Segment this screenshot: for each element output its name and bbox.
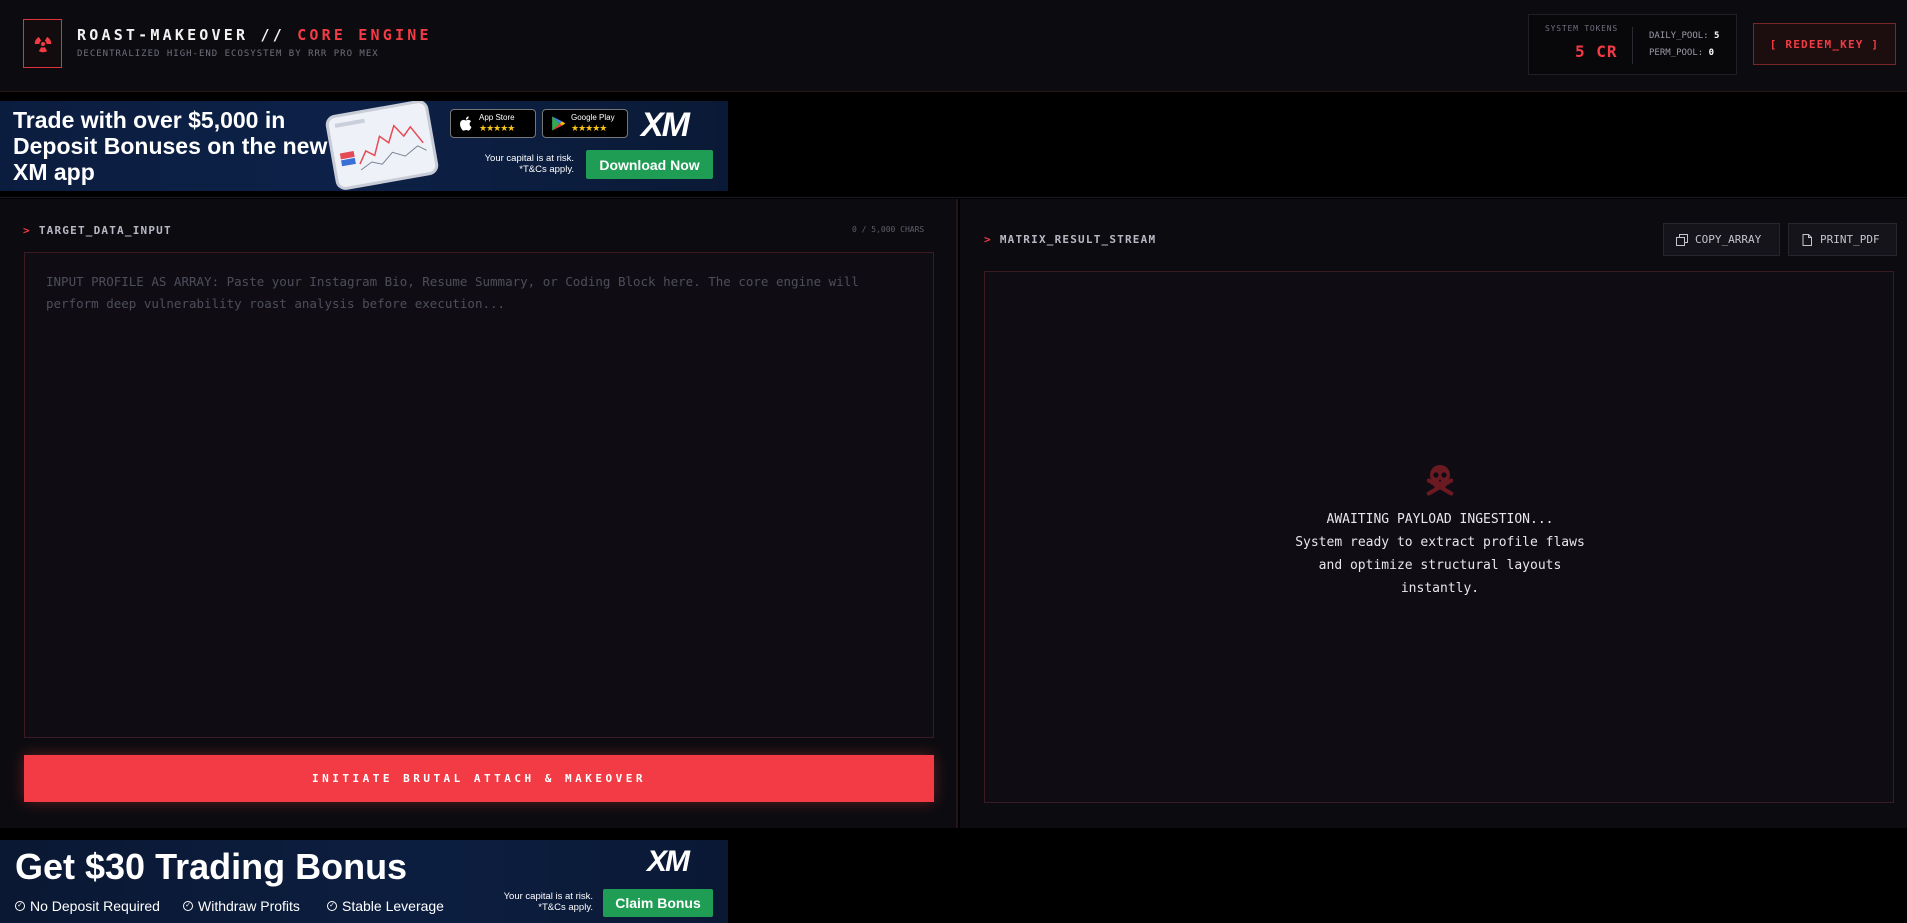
chevron-right-icon: > xyxy=(984,233,992,246)
app-subtitle: DECENTRALIZED HIGH-END ECOSYSTEM BY RRR … xyxy=(77,49,379,59)
awaiting-status-text: AWAITING PAYLOAD INGESTION... System rea… xyxy=(1240,508,1640,600)
target-data-input-wrapper xyxy=(24,252,934,738)
initiate-makeover-button[interactable]: INITIATE BRUTAL ATTACH & MAKEOVER xyxy=(24,755,934,802)
app-store-stars: ★★★★★ xyxy=(479,123,515,133)
check-circle-icon: ✓ xyxy=(183,901,193,911)
status-line-3: and optimize structural layouts xyxy=(1318,558,1562,573)
xm-logo: XM xyxy=(641,106,690,144)
system-tokens-panel: SYSTEM TOKENS 5 CR DAILY_POOL: 5 PERM_PO… xyxy=(1528,14,1737,75)
tokens-value: 5 CR xyxy=(1575,42,1618,61)
app-title: ROAST-MAKEOVER // CORE ENGINE xyxy=(77,26,432,44)
daily-pool: DAILY_POOL: 5 xyxy=(1649,31,1719,41)
char-counter: 0 / 5,000 CHARS xyxy=(852,225,925,234)
xm-logo: XM xyxy=(647,845,690,878)
app-store-badge[interactable]: App Store ★★★★★ xyxy=(450,109,536,138)
xm-banner-ad[interactable]: Trade with over $5,000 in Deposit Bonuse… xyxy=(0,101,728,191)
risk-note: Your capital is at risk. *T&Cs apply. xyxy=(460,891,593,913)
daily-pool-value: 5 xyxy=(1714,31,1720,41)
google-play-badge[interactable]: Google Play ★★★★★ xyxy=(542,109,628,138)
skull-crossbones-icon xyxy=(1426,465,1454,496)
print-pdf-label: PRINT_PDF xyxy=(1820,233,1880,246)
status-line-4: instantly. xyxy=(1400,581,1480,596)
ad-feature-2: ✓ Withdraw Profits xyxy=(183,898,300,914)
claim-bonus-button[interactable]: Claim Bonus xyxy=(603,889,713,917)
perm-pool: PERM_POOL: 0 xyxy=(1649,48,1714,58)
ad-feature-label: Withdraw Profits xyxy=(198,898,300,914)
ad-feature-label: Stable Leverage xyxy=(342,898,444,914)
print-pdf-button[interactable]: PRINT_PDF xyxy=(1788,223,1897,256)
check-circle-icon: ✓ xyxy=(327,901,337,911)
app-header: ROAST-MAKEOVER // CORE ENGINE DECENTRALI… xyxy=(0,0,1907,92)
perm-pool-label: PERM_POOL: xyxy=(1649,48,1704,58)
copy-array-label: COPY_ARRAY xyxy=(1695,233,1762,246)
matrix-result-stream: AWAITING PAYLOAD INGESTION... System rea… xyxy=(984,271,1894,803)
risk-line-2: *T&Cs apply. xyxy=(519,164,574,175)
redeem-key-button[interactable]: [ REDEEM_KEY ] xyxy=(1753,23,1896,65)
target-data-input[interactable] xyxy=(25,253,933,737)
google-play-label: Google Play xyxy=(571,113,615,122)
status-line-2: System ready to extract profile flaws xyxy=(1295,535,1585,550)
file-pdf-icon xyxy=(1802,233,1812,246)
google-play-icon xyxy=(552,116,565,131)
risk-line-1: Your capital is at risk. xyxy=(503,891,593,902)
app-store-label: App Store xyxy=(479,113,515,122)
tokens-label: SYSTEM TOKENS xyxy=(1545,24,1619,33)
status-line-1: AWAITING PAYLOAD INGESTION... xyxy=(1326,512,1554,527)
app-title-main: ROAST-MAKEOVER // xyxy=(77,26,298,44)
input-panel-label-text: TARGET_DATA_INPUT xyxy=(38,224,172,237)
bottom-ad-strip: Get $30 Trading Bonus ✓ No Deposit Requir… xyxy=(0,829,1907,923)
ad-feature-3: ✓ Stable Leverage xyxy=(327,898,444,914)
copy-icon xyxy=(1676,233,1688,246)
tokens-divider xyxy=(1632,27,1633,64)
ad-headline: Trade with over $5,000 in Deposit Bonuse… xyxy=(13,107,328,185)
google-play-stars: ★★★★★ xyxy=(571,123,607,133)
apple-icon xyxy=(460,116,472,131)
ad-feature-label: No Deposit Required xyxy=(30,898,160,914)
ad-feature-1: ✓ No Deposit Required xyxy=(15,898,160,914)
chevron-right-icon: > xyxy=(23,224,31,237)
risk-note: Your capital is at risk. *T&Cs apply. xyxy=(440,153,574,175)
xm-bonus-ad[interactable]: Get $30 Trading Bonus ✓ No Deposit Requir… xyxy=(0,840,728,923)
download-now-button[interactable]: Download Now xyxy=(586,150,713,179)
ad-bonus-headline: Get $30 Trading Bonus xyxy=(15,846,408,887)
copy-array-button[interactable]: COPY_ARRAY xyxy=(1663,223,1780,256)
output-panel-label-text: MATRIX_RESULT_STREAM xyxy=(999,233,1157,246)
output-panel: > MATRIX_RESULT_STREAM COPY_ARRAY PRINT_P… xyxy=(960,199,1907,828)
risk-line-1: Your capital is at risk. xyxy=(484,153,574,164)
input-panel: > TARGET_DATA_INPUT 0 / 5,000 CHARS INITI… xyxy=(0,199,958,828)
radiation-logo-icon xyxy=(23,19,62,68)
daily-pool-label: DAILY_POOL: xyxy=(1649,31,1709,41)
perm-pool-value: 0 xyxy=(1708,48,1715,58)
app-title-accent: CORE ENGINE xyxy=(297,26,432,44)
input-panel-label: > TARGET_DATA_INPUT xyxy=(23,224,172,237)
output-panel-label: > MATRIX_RESULT_STREAM xyxy=(984,233,1156,246)
top-ad-strip: Trade with over $5,000 in Deposit Bonuse… xyxy=(0,93,1907,198)
phone-mockup-image xyxy=(324,101,440,191)
check-circle-icon: ✓ xyxy=(15,901,25,911)
risk-line-2: *T&Cs apply. xyxy=(538,902,593,913)
